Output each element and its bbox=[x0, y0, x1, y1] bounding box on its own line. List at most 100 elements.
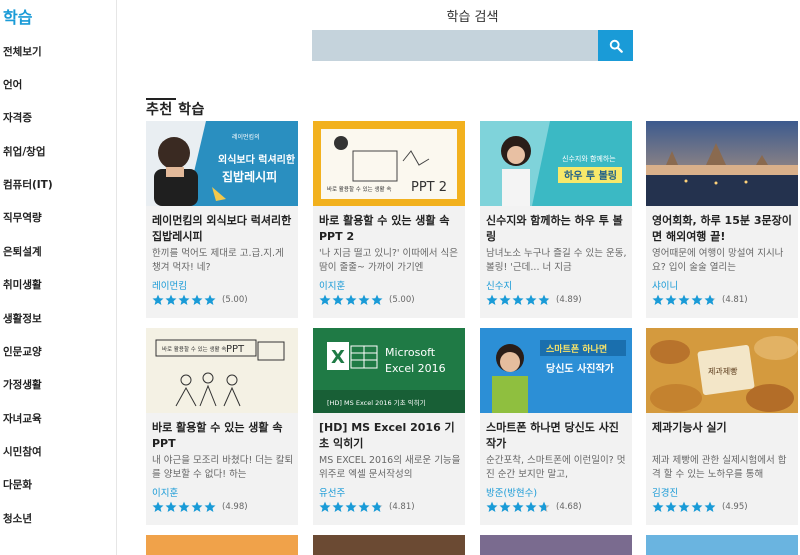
sidebar-item-humanities[interactable]: 인문교양 bbox=[3, 344, 42, 359]
star-icon bbox=[486, 294, 498, 305]
thumb-big: PPT 2 bbox=[411, 180, 447, 195]
course-thumbnail: 레이먼킴의 외식보다 럭셔리한 집밥레시피 bbox=[146, 121, 298, 206]
course-author[interactable]: 신수지 bbox=[486, 278, 512, 292]
course-author[interactable]: 유선주 bbox=[319, 485, 345, 499]
thumb-big: PPT bbox=[226, 344, 245, 355]
rating-score: (4.81) bbox=[389, 502, 415, 512]
sidebar-item-parenting[interactable]: 자녀교육 bbox=[3, 411, 42, 426]
course-title: 레이먼킴의 외식보다 럭셔리한 집밥레시피 bbox=[152, 214, 292, 243]
course-author[interactable]: 이지훈 bbox=[319, 278, 345, 292]
course-thumbnail: X Microsoft Excel 2016 [HD] MS Excel 201… bbox=[313, 328, 465, 413]
rating-score: (5.00) bbox=[389, 295, 415, 305]
course-description: 한끼를 먹어도 제대로 고.급.지.게 챙겨 먹자! 네? bbox=[152, 248, 284, 273]
star-icon bbox=[652, 294, 664, 305]
sidebar-item-certificate[interactable]: 자격증 bbox=[3, 110, 32, 125]
sidebar-title: 학습 bbox=[3, 8, 33, 27]
rating-stars bbox=[652, 294, 716, 306]
course-rating: (4.89) bbox=[486, 294, 582, 306]
course-author[interactable]: 샤이니 bbox=[652, 278, 678, 292]
rating-score: (4.98) bbox=[222, 502, 248, 512]
star-icon bbox=[704, 294, 716, 305]
star-icon bbox=[486, 501, 498, 512]
star-icon bbox=[152, 501, 164, 512]
star-icon bbox=[691, 501, 703, 512]
sidebar-item-living-info[interactable]: 생활정보 bbox=[3, 311, 42, 326]
sidebar-item-hobby[interactable]: 취미생활 bbox=[3, 277, 42, 292]
star-icon bbox=[371, 294, 383, 305]
course-rating: (4.81) bbox=[319, 501, 415, 513]
course-card-partial[interactable] bbox=[480, 535, 632, 555]
star-icon bbox=[704, 501, 716, 512]
course-author[interactable]: 이지훈 bbox=[152, 485, 178, 499]
star-icon bbox=[358, 501, 370, 512]
course-thumbnail: 제과제빵 bbox=[646, 328, 798, 413]
star-icon bbox=[191, 294, 203, 305]
star-icon bbox=[525, 294, 537, 305]
star-icon bbox=[512, 501, 524, 512]
thumb-line2: Excel 2016 bbox=[385, 362, 446, 375]
course-title: 스마트폰 하나면 당신도 사진작가 bbox=[486, 421, 619, 450]
course-card[interactable]: 제과제빵 제과기능사 실기 제과 제빵에 관한 실제시험에서 합격 할 수 있는… bbox=[646, 328, 798, 525]
course-card[interactable]: 신수지와 함께하는 하우 투 볼링 신수지와 함께하는 하우 투 볼링 남녀노소… bbox=[480, 121, 632, 318]
course-card-partial[interactable] bbox=[146, 535, 298, 555]
course-rating: (4.81) bbox=[652, 294, 748, 306]
star-icon bbox=[358, 294, 370, 305]
thumb-line2: 집밥레시피 bbox=[222, 169, 277, 184]
sidebar-item-youth[interactable]: 청소년 bbox=[3, 511, 32, 526]
rating-stars bbox=[486, 501, 550, 513]
course-description: 남녀노소 누구나 즐길 수 있는 운동, 볼링! '근데... 너 지금 bbox=[486, 248, 627, 273]
course-card[interactable]: 레이먼킴의 외식보다 럭셔리한 집밥레시피 레이먼킴의 외식보다 럭셔리한 집밥… bbox=[146, 121, 298, 318]
course-author[interactable]: 김경진 bbox=[652, 485, 678, 499]
thumb-line1: Microsoft bbox=[385, 346, 436, 359]
star-icon bbox=[678, 294, 690, 305]
sidebar-item-language[interactable]: 언어 bbox=[3, 77, 22, 92]
star-icon bbox=[665, 501, 677, 512]
course-description: 내 야근을 모조리 바쳤다! 더는 칼퇴를 양보할 수 없다! 하는 bbox=[152, 455, 294, 480]
sidebar-item-career[interactable]: 취업/창업 bbox=[3, 144, 45, 159]
course-card[interactable]: 바로 활용할 수 있는 생활 속 PPT 2 바로 활용할 수 있는 생활 속 … bbox=[313, 121, 465, 318]
star-icon bbox=[371, 501, 383, 512]
rating-stars bbox=[319, 501, 383, 513]
search-icon bbox=[609, 39, 623, 53]
course-card[interactable]: 스마트폰 하나면 당신도 사진작가 스마트폰 하나면 당신도 사진작가 순간포착… bbox=[480, 328, 632, 525]
course-thumbnail: 신수지와 함께하는 하우 투 볼링 bbox=[480, 121, 632, 206]
star-icon bbox=[319, 501, 331, 512]
star-icon bbox=[165, 501, 177, 512]
rating-score: (4.68) bbox=[556, 502, 582, 512]
course-card[interactable]: 바로 활용할 수 있는 생활 속 PPT 바로 활용할 수 있는 생활 속 PP… bbox=[146, 328, 298, 525]
sidebar-item-multicultural[interactable]: 다문화 bbox=[3, 477, 32, 492]
course-card[interactable]: 영어회화, 하루 15분 3문장이면 해외여행 끝! 영어때문에 여행이 망설여… bbox=[646, 121, 798, 318]
course-thumbnail: 스마트폰 하나면 당신도 사진작가 bbox=[480, 328, 632, 413]
rating-stars bbox=[319, 294, 383, 306]
sidebar-item-all[interactable]: 전체보기 bbox=[3, 44, 42, 59]
star-icon bbox=[165, 294, 177, 305]
rating-score: (5.00) bbox=[222, 295, 248, 305]
sidebar-item-civic[interactable]: 시민참여 bbox=[3, 444, 42, 459]
course-rating: (4.68) bbox=[486, 501, 582, 513]
course-title: 신수지와 함께하는 하우 투 볼링 bbox=[486, 214, 623, 243]
course-author[interactable]: 방준(방현수) bbox=[486, 485, 537, 499]
rating-stars bbox=[152, 501, 216, 513]
search-button[interactable] bbox=[598, 30, 633, 61]
star-icon bbox=[319, 294, 331, 305]
sidebar-item-retirement[interactable]: 은퇴설계 bbox=[3, 244, 42, 259]
search-input[interactable] bbox=[312, 30, 598, 61]
sidebar-item-job-skills[interactable]: 직무역량 bbox=[3, 210, 42, 225]
star-icon bbox=[178, 294, 190, 305]
course-card[interactable]: X Microsoft Excel 2016 [HD] MS Excel 201… bbox=[313, 328, 465, 525]
course-rating: (5.00) bbox=[152, 294, 248, 306]
course-author[interactable]: 레이먼킴 bbox=[152, 278, 187, 292]
star-icon bbox=[525, 501, 537, 512]
section-title: 추천 학습 bbox=[146, 102, 205, 118]
course-card-partial[interactable] bbox=[646, 535, 798, 555]
star-icon bbox=[178, 501, 190, 512]
thumb-line1: 신수지와 함께하는 bbox=[562, 154, 616, 163]
sidebar-item-computer[interactable]: 컴퓨터(IT) bbox=[3, 177, 53, 192]
course-card-partial[interactable] bbox=[313, 535, 465, 555]
sidebar-item-family[interactable]: 가정생활 bbox=[3, 377, 42, 392]
star-icon bbox=[652, 501, 664, 512]
star-icon bbox=[204, 294, 216, 305]
course-description: '나 지금 떨고 있니?' 이따에서 식은땀이 줄줄~ 가까이 가기엔 bbox=[319, 248, 458, 273]
star-icon bbox=[512, 294, 524, 305]
svg-text:X: X bbox=[331, 347, 345, 368]
